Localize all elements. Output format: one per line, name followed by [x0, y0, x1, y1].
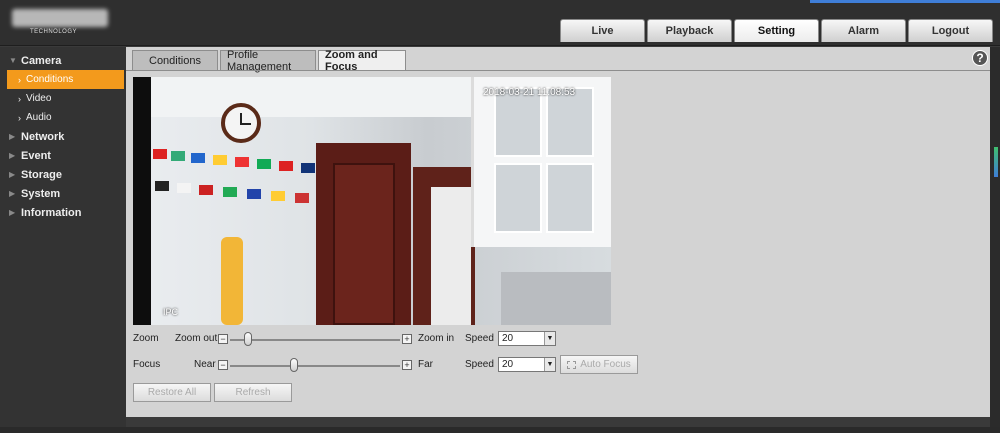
tab-alarm[interactable]: Alarm	[821, 19, 906, 42]
brand-logo: TECHNOLOGY	[6, 6, 110, 36]
zoom-label: Zoom	[133, 333, 159, 344]
caret-right-icon: ▶	[9, 132, 16, 141]
focus-frame-icon	[567, 360, 577, 369]
sidebar-item-information[interactable]: ▶ Information	[0, 203, 126, 222]
focus-far-button[interactable]: +	[402, 360, 412, 370]
focus-speed-select[interactable]: 20 ▼	[498, 357, 556, 372]
video-scene	[151, 77, 611, 325]
caret-right-icon: ▶	[9, 208, 16, 217]
zoom-out-label: Zoom out	[175, 333, 218, 344]
caret-down-icon: ▼	[9, 56, 17, 65]
logo-subtext: TECHNOLOGY	[30, 29, 78, 35]
focus-slider-handle[interactable]	[289, 358, 298, 372]
sidebar-item-storage[interactable]: ▶ Storage	[0, 165, 126, 184]
sidebar-item-label: Camera	[21, 54, 62, 67]
caret-right-icon: ▶	[9, 189, 16, 198]
zoom-focus-panel: Conditions Profile Management Zoom and F…	[126, 47, 990, 417]
panel-bottom-margin	[126, 417, 990, 427]
sidebar-item-label: Event	[21, 149, 51, 162]
sidebar-subitem-video[interactable]: › Video	[0, 89, 126, 108]
top-header: TECHNOLOGY Live Playback Setting Alarm L…	[0, 0, 1000, 46]
zoom-slider-handle[interactable]	[243, 332, 252, 346]
chevron-right-icon: ›	[18, 112, 21, 123]
tab-live[interactable]: Live	[560, 19, 645, 42]
focus-speed-value: 20	[502, 359, 514, 370]
chevron-right-icon: ›	[18, 93, 21, 104]
subtab-zoom-and-focus[interactable]: Zoom and Focus	[318, 49, 406, 73]
sidebar-subitem-label: Conditions	[26, 74, 74, 85]
subtab-profile-management[interactable]: Profile Management	[220, 49, 316, 73]
wall-sticker-image	[221, 237, 243, 325]
refresh-button[interactable]: Refresh	[214, 383, 292, 402]
sidebar-item-network[interactable]: ▶ Network	[0, 127, 126, 146]
help-icon[interactable]: ?	[972, 50, 988, 66]
live-video-preview[interactable]: 2018-03-21 11:08:53 IPC	[133, 77, 611, 325]
header-accent-line	[810, 0, 1000, 3]
restore-all-button[interactable]: Restore All	[133, 383, 211, 402]
logo-mark	[12, 9, 108, 27]
sidebar-subitem-audio[interactable]: › Audio	[0, 108, 126, 127]
zoom-speed-select[interactable]: 20 ▼	[498, 331, 556, 346]
wall-clock-image	[221, 103, 261, 143]
focus-near-button[interactable]: −	[218, 360, 228, 370]
sidebar-subitem-label: Audio	[26, 112, 52, 123]
subtab-conditions[interactable]: Conditions	[132, 50, 218, 70]
focus-speed-label: Speed	[465, 359, 494, 370]
cabinet-image	[471, 77, 611, 247]
sidebar-item-label: Network	[21, 130, 65, 143]
zoom-in-label: Zoom in	[418, 333, 455, 344]
settings-sidebar: ▼ Camera › Conditions › Video › Audio ▶ …	[0, 47, 126, 427]
zoom-speed-label: Speed	[465, 333, 494, 344]
right-edge-strip	[990, 47, 1000, 427]
auto-focus-button[interactable]: Auto Focus	[560, 355, 638, 374]
tab-playback[interactable]: Playback	[647, 19, 732, 42]
tab-logout[interactable]: Logout	[908, 19, 993, 42]
sidebar-subitem-conditions[interactable]: › Conditions	[7, 70, 124, 89]
focus-far-label: Far	[418, 359, 433, 370]
sidebar-item-label: Information	[21, 206, 82, 219]
subtab-divider	[126, 70, 990, 71]
chevron-right-icon: ›	[18, 74, 21, 85]
zoom-in-button[interactable]: +	[402, 334, 412, 344]
main-tabs: Live Playback Setting Alarm Logout	[560, 19, 995, 42]
tab-setting[interactable]: Setting	[734, 19, 819, 42]
caret-right-icon: ▶	[9, 151, 16, 160]
sidebar-item-label: System	[21, 187, 61, 200]
sidebar-item-camera[interactable]: ▼ Camera	[0, 51, 126, 70]
sidebar-item-system[interactable]: ▶ System	[0, 184, 126, 203]
bottom-edge-strip	[0, 427, 1000, 433]
sidebar-subitem-label: Video	[26, 93, 52, 104]
chevron-down-icon: ▼	[544, 332, 555, 345]
level-meter-icon	[994, 147, 998, 177]
auto-focus-label: Auto Focus	[580, 359, 631, 370]
zoom-speed-value: 20	[502, 333, 514, 344]
focus-label: Focus	[133, 359, 161, 370]
sidebar-item-label: Storage	[21, 168, 62, 181]
sidebar-item-event[interactable]: ▶ Event	[0, 146, 126, 165]
chevron-down-icon: ▼	[544, 358, 555, 371]
door-image	[333, 163, 395, 325]
video-channel-label: IPC	[163, 307, 179, 317]
video-timestamp: 2018-03-21 11:08:53	[483, 87, 576, 98]
subtab-bar: Conditions Profile Management Zoom and F…	[132, 49, 408, 73]
zoom-slider-track[interactable]	[230, 339, 400, 341]
caret-right-icon: ▶	[9, 170, 16, 179]
focus-near-label: Near	[194, 359, 216, 370]
zoom-out-button[interactable]: −	[218, 334, 228, 344]
focus-slider-track[interactable]	[230, 365, 400, 367]
